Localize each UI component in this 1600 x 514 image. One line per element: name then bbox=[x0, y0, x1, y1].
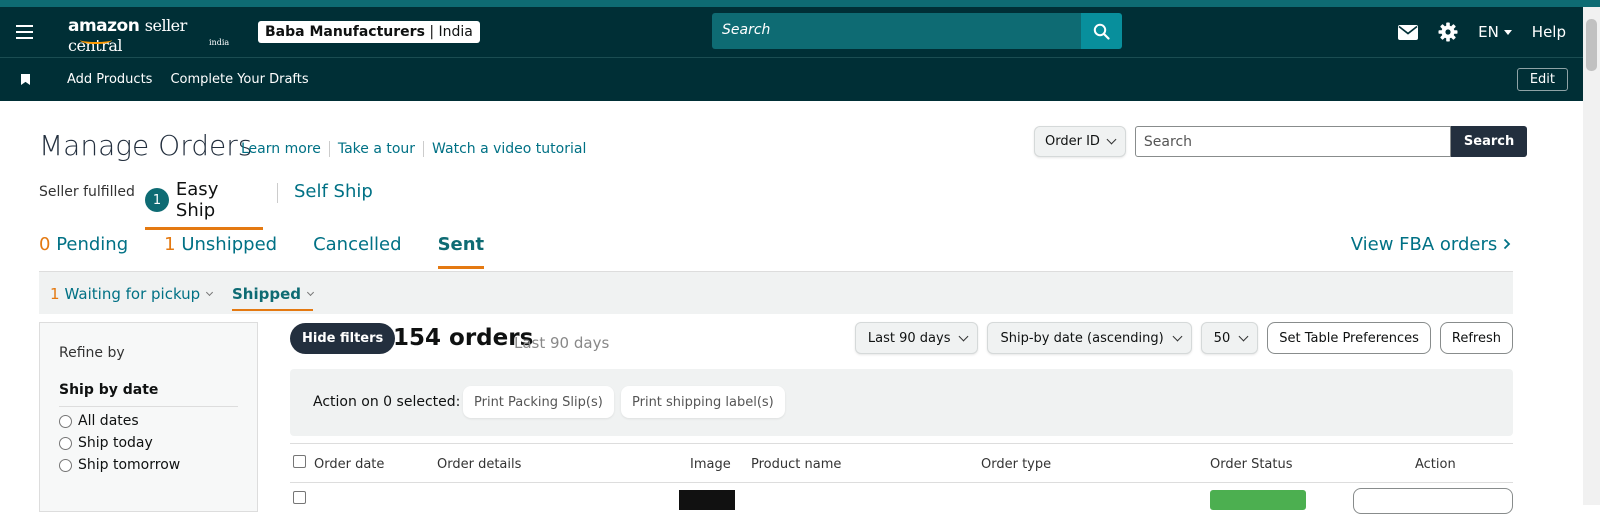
tab-self-ship[interactable]: Self Ship bbox=[294, 181, 373, 202]
refresh-button[interactable]: Refresh bbox=[1439, 322, 1513, 354]
caret-down-icon bbox=[1503, 29, 1512, 35]
logo-smile-icon bbox=[80, 36, 112, 44]
order-search-input[interactable]: Search bbox=[1134, 126, 1451, 157]
nav-add-products[interactable]: Add Products bbox=[67, 72, 152, 87]
chevron-down-icon bbox=[1238, 331, 1249, 341]
subtab-shipped[interactable]: Shipped bbox=[232, 285, 315, 311]
radio-button[interactable] bbox=[59, 458, 72, 472]
take-tour-link[interactable]: Take a tour bbox=[328, 141, 423, 157]
tab-unshipped[interactable]: 1 Unshipped bbox=[164, 234, 277, 269]
table-row bbox=[290, 484, 1513, 514]
sort-dropdown[interactable]: Ship-by date (ascending) bbox=[987, 322, 1192, 354]
date-range-dropdown[interactable]: Last 90 days bbox=[854, 322, 979, 354]
video-tutorial-link[interactable]: Watch a video tutorial bbox=[423, 141, 594, 157]
account-switcher[interactable]: Baba Manufacturers | India bbox=[258, 21, 480, 43]
help-link[interactable]: Help bbox=[1532, 23, 1566, 41]
product-thumbnail bbox=[679, 490, 735, 510]
order-search-button[interactable]: Search bbox=[1450, 126, 1528, 157]
tab-sent[interactable]: Sent bbox=[437, 234, 485, 269]
scrollbar-thumb[interactable] bbox=[1586, 19, 1597, 71]
edit-nav-button[interactable]: Edit bbox=[1516, 68, 1568, 91]
col-product-name: Product name bbox=[751, 457, 842, 472]
sent-subtabs: 1 Waiting for pickup Shipped bbox=[39, 271, 1513, 314]
seller-fulfilled-label: Seller fulfilled bbox=[39, 184, 135, 200]
account-region: India bbox=[438, 24, 473, 40]
nav-complete-drafts[interactable]: Complete Your Drafts bbox=[170, 72, 308, 87]
table-preferences-button[interactable]: Set Table Preferences bbox=[1267, 322, 1431, 354]
hamburger-menu-icon[interactable] bbox=[16, 25, 40, 39]
print-shipping-label-button[interactable]: Print shipping label(s) bbox=[621, 386, 785, 418]
tab-pending[interactable]: 0 Pending bbox=[39, 234, 128, 269]
gear-icon[interactable] bbox=[1438, 22, 1458, 42]
selection-label: Action on 0 selected: bbox=[313, 394, 461, 410]
chevron-down-icon bbox=[1106, 134, 1117, 145]
page-scrollbar[interactable] bbox=[1583, 7, 1600, 505]
radio-button[interactable] bbox=[59, 436, 72, 450]
col-image: Image bbox=[690, 457, 731, 472]
global-search-button[interactable] bbox=[1081, 13, 1122, 49]
filter-ship-tomorrow[interactable]: Ship tomorrow bbox=[59, 457, 238, 473]
chevron-down-icon bbox=[206, 288, 214, 297]
order-search: Order ID Search Search bbox=[1034, 126, 1528, 157]
divider bbox=[277, 183, 278, 203]
order-search-type-label: Order ID bbox=[1045, 134, 1100, 149]
tab-cancelled[interactable]: Cancelled bbox=[313, 234, 401, 269]
page-title: Manage Orders bbox=[39, 129, 253, 162]
chevron-right-icon bbox=[1503, 238, 1511, 250]
global-search-input[interactable]: Search bbox=[712, 13, 1081, 49]
order-search-type-dropdown[interactable]: Order ID bbox=[1034, 126, 1126, 157]
view-fba-orders-link[interactable]: View FBA orders bbox=[1351, 234, 1511, 255]
help-links: Learn more Take a tour Watch a video tut… bbox=[241, 141, 594, 157]
language-label: EN bbox=[1478, 23, 1499, 41]
chevron-down-icon bbox=[1172, 331, 1183, 341]
radio-button[interactable] bbox=[59, 414, 72, 428]
easy-ship-count-badge: 1 bbox=[145, 188, 169, 212]
col-order-date[interactable]: Order date bbox=[314, 457, 384, 472]
easy-ship-label: Easy Ship bbox=[175, 179, 219, 221]
filter-ship-today[interactable]: Ship today bbox=[59, 435, 238, 451]
order-count: 154 orders bbox=[393, 325, 534, 351]
logo-region: india bbox=[209, 38, 230, 47]
learn-more-link[interactable]: Learn more bbox=[241, 141, 329, 157]
top-accent-strip bbox=[0, 0, 1600, 7]
header-actions: EN Help bbox=[1398, 7, 1566, 57]
bulk-action-bar: Action on 0 selected: Print Packing Slip… bbox=[290, 369, 1513, 436]
order-period: Last 90 days bbox=[514, 334, 610, 352]
col-order-status: Order Status bbox=[1210, 457, 1293, 472]
filter-all-dates[interactable]: All dates bbox=[59, 413, 238, 429]
col-order-details: Order details bbox=[437, 457, 522, 472]
chevron-down-icon bbox=[306, 288, 315, 297]
tab-easy-ship[interactable]: 1 Easy Ship bbox=[145, 179, 263, 230]
refine-panel: Refine by Ship by date All dates Ship to… bbox=[39, 322, 258, 512]
status-badge bbox=[1210, 490, 1306, 510]
row-checkbox[interactable] bbox=[293, 491, 306, 504]
seller-central-logo[interactable]: amazon seller central india bbox=[68, 14, 238, 55]
search-icon bbox=[1093, 23, 1110, 40]
account-name: Baba Manufacturers bbox=[265, 24, 425, 40]
list-controls: Last 90 days Ship-by date (ascending) 50… bbox=[854, 322, 1513, 354]
mail-icon[interactable] bbox=[1398, 24, 1419, 40]
select-all-checkbox[interactable] bbox=[293, 455, 306, 468]
subtab-waiting-pickup[interactable]: 1 Waiting for pickup bbox=[50, 285, 214, 303]
chevron-down-icon bbox=[959, 331, 969, 341]
hide-filters-button[interactable]: Hide filters bbox=[290, 323, 396, 354]
print-packing-slip-button[interactable]: Print Packing Slip(s) bbox=[463, 386, 614, 418]
language-selector[interactable]: EN bbox=[1478, 23, 1512, 41]
shortcut-nav: Add Products Complete Your Drafts Edit bbox=[0, 57, 1600, 101]
row-action-button[interactable] bbox=[1353, 488, 1513, 514]
bookmark-icon[interactable] bbox=[21, 74, 30, 85]
refine-by-heading: Refine by bbox=[59, 345, 125, 361]
col-action: Action bbox=[1415, 457, 1456, 472]
order-status-tabs: 0 Pending 1 Unshipped Cancelled Sent bbox=[39, 234, 485, 269]
col-order-type: Order type bbox=[981, 457, 1052, 472]
global-search: Search bbox=[712, 13, 1122, 49]
top-header: amazon seller central india Baba Manufac… bbox=[0, 7, 1600, 57]
ship-by-date-heading: Ship by date bbox=[59, 382, 238, 407]
page-size-dropdown[interactable]: 50 bbox=[1200, 322, 1259, 354]
main-content: Manage Orders Learn more Take a tour Wat… bbox=[0, 101, 1583, 514]
orders-table-header: Order date Order details Image Product n… bbox=[290, 443, 1513, 483]
